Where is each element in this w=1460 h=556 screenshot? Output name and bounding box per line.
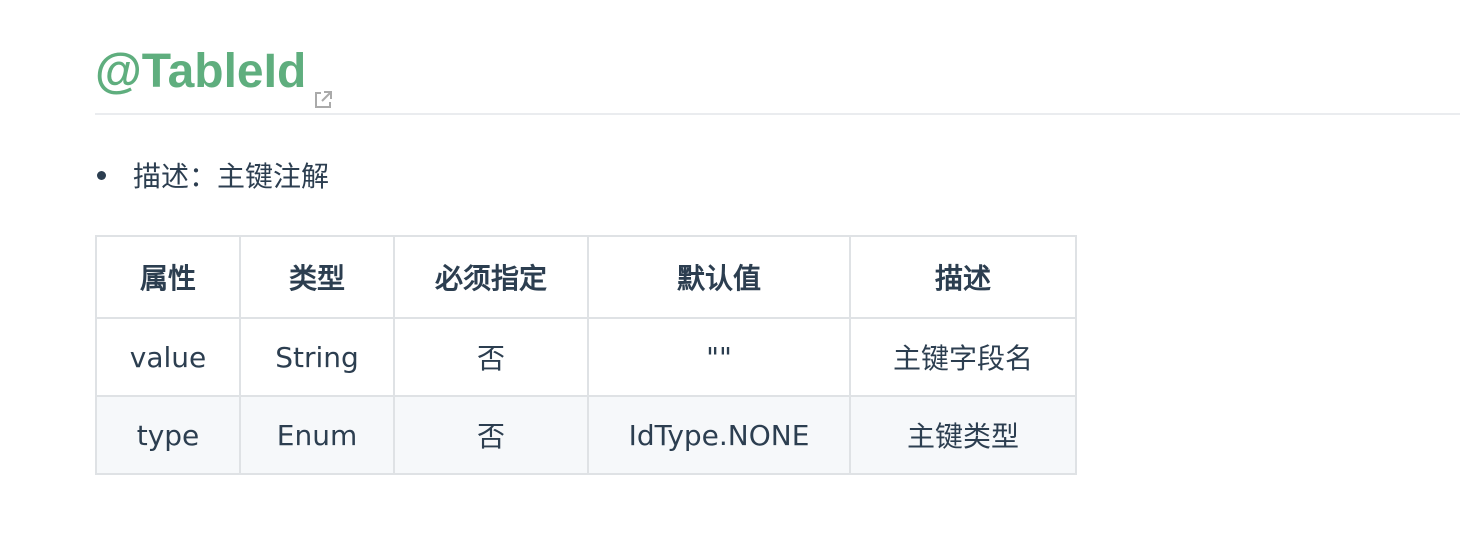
table-cell: 否 <box>393 317 589 397</box>
table-cell: type <box>95 395 241 475</box>
external-link-icon[interactable] <box>312 66 334 108</box>
page-title-text: @TableId <box>95 45 307 98</box>
column-header: 必须指定 <box>393 235 589 319</box>
properties-table: 属性 类型 必须指定 默认值 描述 value String 否 "" 主键字段… <box>95 235 1077 475</box>
column-header: 类型 <box>239 235 395 319</box>
table-row: value String 否 "" 主键字段名 <box>95 317 1077 397</box>
column-header: 描述 <box>849 235 1077 319</box>
table-cell: Enum <box>239 395 395 475</box>
table-cell: value <box>95 317 241 397</box>
bullet-icon <box>97 170 106 180</box>
list-item: 描述：主键注解 <box>95 152 329 198</box>
table-cell: 主键字段名 <box>849 317 1077 397</box>
table-header-row: 属性 类型 必须指定 默认值 描述 <box>95 235 1077 319</box>
table-cell: String <box>239 317 395 397</box>
column-header: 默认值 <box>587 235 851 319</box>
column-header: 属性 <box>95 235 241 319</box>
table-cell: 否 <box>393 395 589 475</box>
table-cell: 主键类型 <box>849 395 1077 475</box>
description-list: 描述：主键注解 <box>95 152 329 198</box>
heading-section: @TableId <box>95 36 1460 115</box>
table-cell: IdType.NONE <box>587 395 851 475</box>
table-cell: "" <box>587 317 851 397</box>
page-title[interactable]: @TableId <box>95 42 334 108</box>
table-row: type Enum 否 IdType.NONE 主键类型 <box>95 395 1077 475</box>
description-text: 描述：主键注解 <box>133 160 330 193</box>
